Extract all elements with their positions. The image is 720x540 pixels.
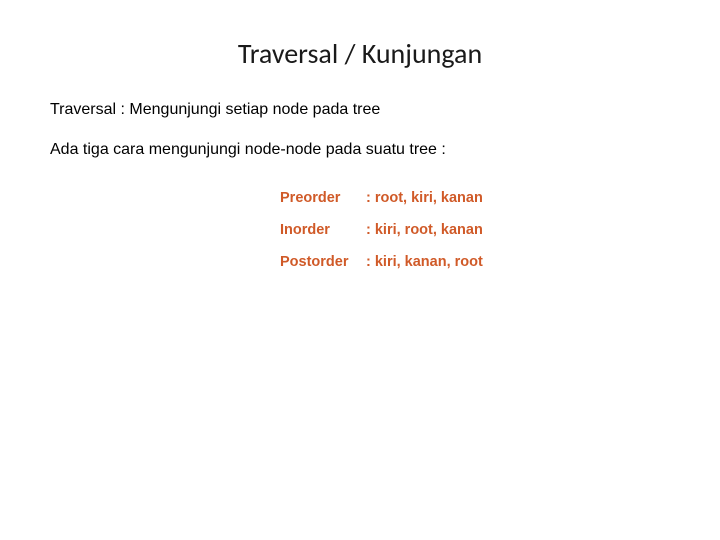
definition-line: Traversal : Mengunjungi setiap node pada… xyxy=(50,99,670,121)
order-value: : kiri, kanan, root xyxy=(366,254,483,270)
order-label: Postorder xyxy=(280,254,366,270)
order-value: : kiri, root, kanan xyxy=(366,222,483,238)
traversal-orders: Preorder : root, kiri, kanan Inorder : k… xyxy=(280,190,670,270)
order-row: Postorder : kiri, kanan, root xyxy=(280,254,670,270)
order-label: Inorder xyxy=(280,222,366,238)
order-value: : root, kiri, kanan xyxy=(366,190,483,206)
order-row: Inorder : kiri, root, kanan xyxy=(280,222,670,238)
order-label: Preorder xyxy=(280,190,366,206)
slide-content: Traversal / Kunjungan Traversal : Mengun… xyxy=(0,0,720,316)
order-row: Preorder : root, kiri, kanan xyxy=(280,190,670,206)
intro-line: Ada tiga cara mengunjungi node-node pada… xyxy=(50,139,670,161)
slide-title: Traversal / Kunjungan xyxy=(140,36,580,71)
